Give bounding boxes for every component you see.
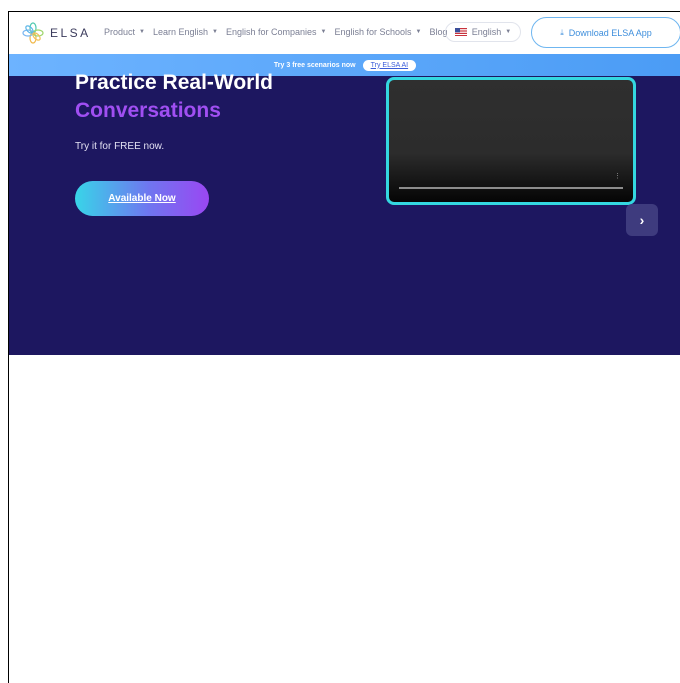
download-label: Download ELSA App (568, 27, 652, 38)
carousel-next-button[interactable]: › (626, 204, 658, 236)
main-nav: Product ▼ Learn English ▼ English for Co… (104, 27, 456, 37)
nav-item-english-for-schools[interactable]: English for Schools ▼ (334, 27, 421, 37)
promo-text: Try 3 free scenarios now (273, 61, 356, 69)
try-elsa-ai-button[interactable]: Try ELSA AI (362, 59, 417, 71)
nav-item-english-for-companies[interactable]: English for Companies ▼ (226, 27, 327, 37)
download-icon: ⤓ (560, 27, 564, 37)
caret-down-icon: ▼ (415, 29, 422, 35)
brand-logo[interactable]: ELSA (22, 22, 91, 44)
elsa-logo-icon (22, 22, 44, 44)
top-navbar: ELSA Product ▼ Learn English ▼ English f… (9, 12, 680, 54)
us-flag-icon (454, 28, 467, 36)
nav-item-learn-english[interactable]: Learn English ▼ (153, 27, 218, 37)
browser-viewport: ELSA Product ▼ Learn English ▼ English f… (8, 11, 680, 683)
language-label: English (471, 27, 502, 37)
hero-title-line1: Practice Real-World (75, 71, 274, 94)
nav-item-label: Product (104, 27, 136, 37)
nav-item-label: English for Schools (334, 27, 412, 37)
language-selector[interactable]: English ▼ (445, 22, 521, 42)
nav-item-label: English for Companies (225, 27, 317, 37)
nav-item-product[interactable]: Product ▼ (104, 27, 145, 37)
brand-name: ELSA (50, 26, 91, 40)
nav-item-label: Learn English (152, 27, 209, 37)
download-app-button[interactable]: ⤓ Download ELSA App (531, 17, 680, 48)
hero-title-line2: Conversations (75, 99, 221, 122)
caret-down-icon: ▼ (320, 29, 327, 35)
available-now-button[interactable]: Available Now (75, 181, 209, 216)
caret-down-icon: ▼ (505, 29, 512, 35)
hero-subtitle: Try it for FREE now. (75, 141, 165, 152)
caret-down-icon: ▼ (139, 29, 145, 35)
video-player[interactable]: ⋮ (386, 77, 636, 205)
more-options-icon[interactable]: ⋮ (614, 173, 621, 180)
caret-down-icon: ▼ (212, 29, 218, 35)
chevron-right-icon: › (639, 212, 645, 228)
hero-section: Practice Real-World Conversations Try it… (9, 71, 680, 355)
video-progress-bar[interactable] (399, 187, 623, 189)
